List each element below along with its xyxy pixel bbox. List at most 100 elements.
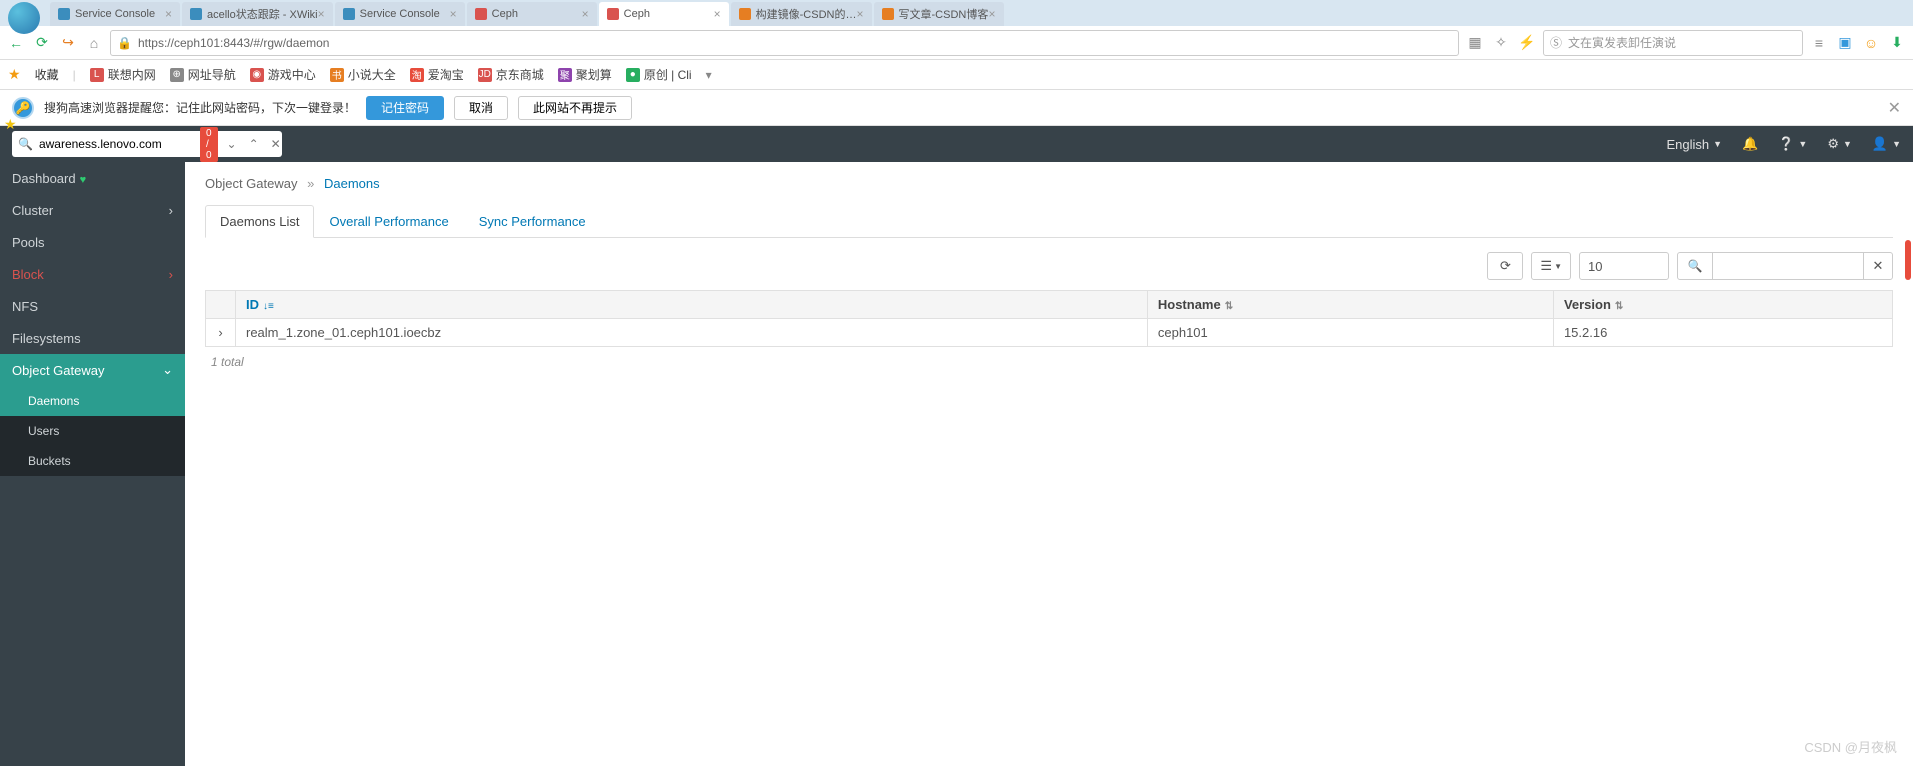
find-prev-icon[interactable]: ⌄ [224,137,240,151]
download-icon[interactable]: ⬇ [1887,33,1907,53]
daemons-table: ID↓≡ Hostname⇅ Version⇅ › realm_1.zone_0… [205,290,1893,347]
star-icon: ★ [8,66,21,83]
bookmark-item[interactable]: ⊕网址导航 [170,66,236,83]
search-icon: 🔍 [18,137,33,151]
tab-close-icon[interactable]: × [450,7,457,21]
cell-version: 15.2.16 [1553,319,1892,347]
cell-id: realm_1.zone_01.ceph101.ioecbz [236,319,1148,347]
bookmark-icon: ● [626,68,640,82]
browser-tab[interactable]: 构建镜像-CSDN的…× [731,2,872,26]
sidebar-item-pools[interactable]: Pools [0,226,185,258]
never-password-button[interactable]: 此网站不再提示 [518,96,632,120]
url-bar[interactable]: 🔒 https://ceph101:8443/#/rgw/daemon [110,30,1459,56]
url-text: https://ceph101:8443/#/rgw/daemon [138,36,329,50]
bookmarks-bar: ★ 收藏 | L联想内网⊕网址导航◉游戏中心书小说大全淘爱淘宝JD京东商城聚聚划… [0,60,1913,90]
tab-overall-performance[interactable]: Overall Performance [314,205,463,238]
tab-favicon-icon [739,8,751,20]
cancel-password-button[interactable]: 取消 [454,96,508,120]
find-close-icon[interactable]: ✕ [268,137,284,151]
sidebar-item-block[interactable]: Block› [0,258,185,290]
bookmark-label: 原创 | Cli [644,66,692,83]
browser-tab[interactable]: 写文章-CSDN博客× [874,2,1004,26]
find-next-icon[interactable]: ⌃ [246,137,262,151]
column-version[interactable]: Version⇅ [1553,291,1892,319]
bookmark-item[interactable]: ● 原创 | Cli [626,66,692,83]
sidebar-sub-buckets[interactable]: Buckets [0,446,185,476]
reload-button[interactable]: ⟳ [32,33,52,53]
tab-label: 写文章-CSDN博客 [899,6,989,22]
bookmark-item[interactable]: JD 京东商城 [478,66,544,83]
bookmark-item[interactable]: 书小说大全 [330,66,396,83]
table-search-input[interactable] [1713,252,1863,280]
browser-tab[interactable]: Ceph× [467,2,597,26]
back-button[interactable]: ← [6,33,26,53]
bookmark-label: 京东商城 [496,66,544,83]
browser-tab[interactable]: Service Console× [50,2,180,26]
column-hostname[interactable]: Hostname⇅ [1147,291,1553,319]
face-icon[interactable]: ☺ [1861,33,1881,53]
chevron-down-icon: ⌄ [162,362,173,378]
forward-button[interactable]: ↪ [58,33,78,53]
close-icon[interactable]: ✕ [1888,98,1901,118]
notifications-icon[interactable]: 🔔 [1742,136,1758,152]
page-size-input[interactable]: 10 [1579,252,1669,280]
browser-tab[interactable]: Service Console× [335,2,465,26]
bookmark-item[interactable]: L联想内网 [90,66,156,83]
tab-close-icon[interactable]: × [165,7,172,21]
tab-sync-performance[interactable]: Sync Performance [464,205,601,238]
extensions-icon[interactable]: ✧ [1491,33,1511,53]
password-prompt-text: 搜狗高速浏览器提醒您：记住此网站密码，下次一键登录！ [44,99,356,116]
sidebar-item-nfs[interactable]: NFS [0,290,185,322]
column-id[interactable]: ID↓≡ [236,291,1148,319]
shield-icon[interactable]: ▣ [1835,33,1855,53]
table-search-icon[interactable]: 🔍 [1677,252,1713,280]
lock-icon: 🔒 [117,36,132,50]
bookmark-item[interactable]: 聚聚划算 [558,66,612,83]
browser-tab[interactable]: Ceph× [599,2,729,26]
columns-button[interactable]: ☰ ▼ [1531,252,1571,280]
sidebar-item-object-gateway[interactable]: Object Gateway⌄ [0,354,185,386]
browser-tab[interactable]: acello状态跟踪 - XWiki× [182,2,333,26]
breadcrumb-parent[interactable]: Object Gateway [205,176,298,191]
sort-icon: ⇅ [1615,301,1623,312]
tab-close-icon[interactable]: × [714,7,721,21]
flash-icon[interactable]: ⚡ [1517,33,1537,53]
sidebar-item-cluster[interactable]: Cluster› [0,194,185,226]
expand-row-icon[interactable]: › [206,319,236,347]
bookmark-icon: JD [478,68,492,82]
sidebar-sub-daemons[interactable]: Daemons [0,386,185,416]
user-icon[interactable]: 👤 ▼ [1872,136,1901,152]
tab-close-icon[interactable]: × [582,7,589,21]
bookmark-item[interactable]: ◉游戏中心 [250,66,316,83]
help-icon[interactable]: ❔ ▼ [1778,136,1807,152]
breadcrumb-current[interactable]: Daemons [324,176,380,191]
find-input[interactable] [39,137,194,151]
home-button[interactable]: ⌂ [84,33,104,53]
language-selector[interactable]: English▼ [1666,137,1722,152]
search-placeholder: 文在寅发表卸任演说 [1568,34,1676,51]
bookmark-icon: 聚 [558,68,572,82]
save-password-button[interactable]: 记住密码 [366,96,444,120]
chevron-right-icon: › [169,267,173,282]
sidebar-sub-users[interactable]: Users [0,416,185,446]
bookmark-label: 小说大全 [348,66,396,83]
settings-icon[interactable]: ⚙ ▼ [1827,136,1852,152]
sidebar: Dashboard♥ Cluster› Pools Block› NFS Fil… [0,162,185,766]
browser-search[interactable]: Ⓢ 文在寅发表卸任演说 [1543,30,1803,56]
table-row[interactable]: › realm_1.zone_01.ceph101.ioecbz ceph101… [206,319,1893,347]
bookmark-item[interactable]: 淘爱淘宝 [410,66,464,83]
sidebar-item-dashboard[interactable]: Dashboard♥ [0,162,185,194]
bookmark-label: 聚划算 [576,66,612,83]
sidebar-item-filesystems[interactable]: Filesystems [0,322,185,354]
tab-daemons-list[interactable]: Daemons List [205,205,314,238]
favorites-label[interactable]: 收藏 [35,66,59,83]
refresh-button[interactable]: ⟳ [1487,252,1523,280]
tab-close-icon[interactable]: × [318,7,325,21]
expand-column-header [206,291,236,319]
menu-icon[interactable]: ≡ [1809,33,1829,53]
chevron-right-icon: › [169,203,173,218]
tab-close-icon[interactable]: × [988,7,995,21]
table-search-clear[interactable]: ✕ [1863,252,1893,280]
tab-close-icon[interactable]: × [856,7,863,21]
qr-icon[interactable]: ▦ [1465,33,1485,53]
